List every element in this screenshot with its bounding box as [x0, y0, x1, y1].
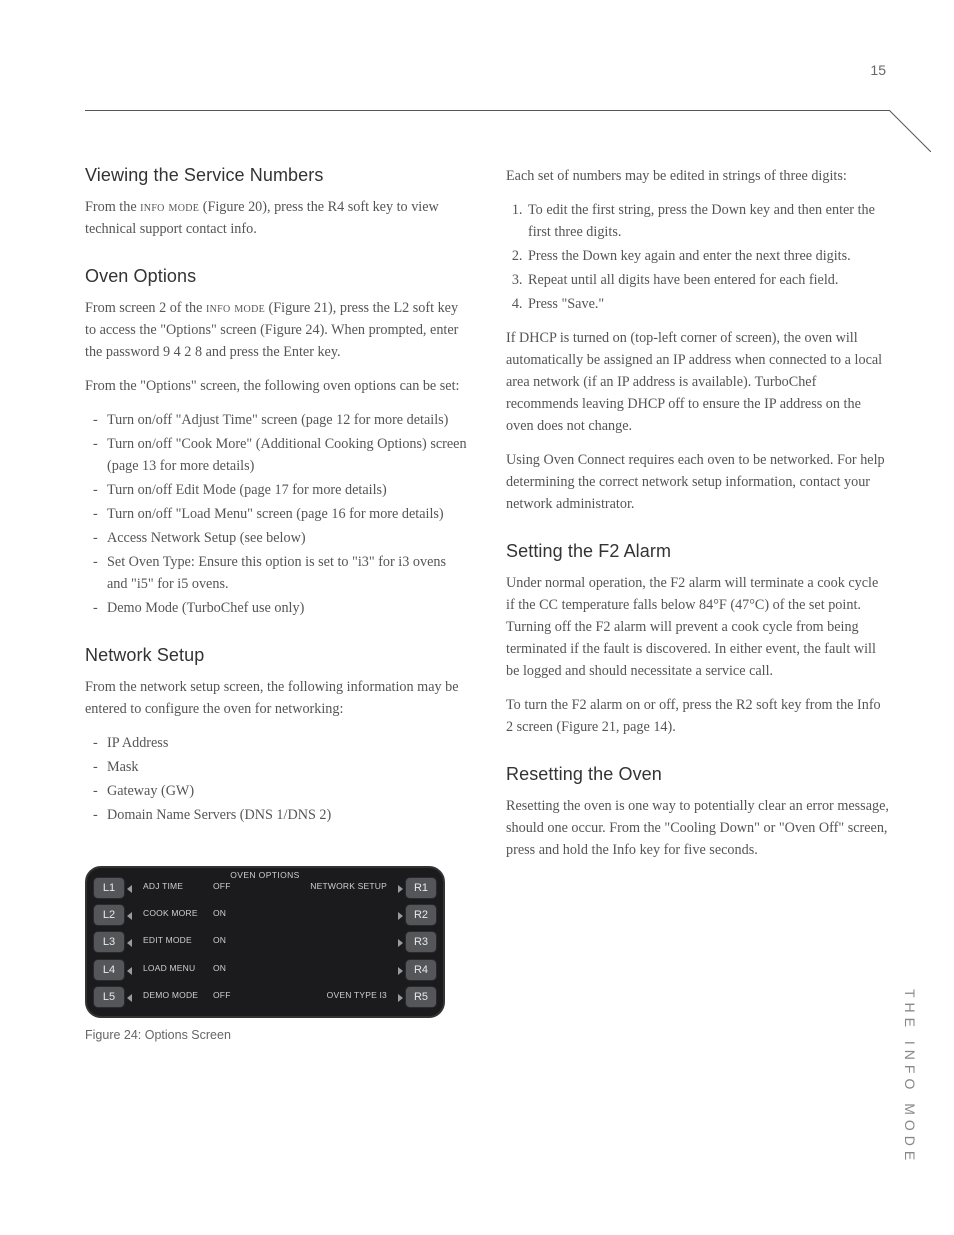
para-f2b: To turn the F2 alarm on or off, press th… [506, 694, 889, 738]
heading-oven-options: Oven Options [85, 266, 468, 287]
heading-viewing-service-numbers: Viewing the Service Numbers [85, 165, 468, 186]
triangle-left-icon [127, 994, 132, 1002]
option-value: OFF [213, 990, 231, 1000]
list-item: Turn on/off "Adjust Time" screen (page 1… [107, 409, 468, 431]
screen-row: L4 LOAD MENU ON R4 [87, 956, 443, 983]
option-value: ON [213, 935, 226, 945]
heading-f2-alarm: Setting the F2 Alarm [506, 541, 889, 562]
para-oven-connect: Using Oven Connect requires each oven to… [506, 449, 889, 515]
para-f2a: Under normal operation, the F2 alarm wil… [506, 572, 889, 682]
softkey-l3[interactable]: L3 [93, 931, 125, 953]
list-item: Set Oven Type: Ensure this option is set… [107, 551, 468, 595]
option-value: ON [213, 908, 226, 918]
screen-title: OVEN OPTIONS [87, 870, 443, 880]
content-columns: Viewing the Service Numbers From the inf… [85, 165, 889, 1042]
para-oven-2: From the "Options" screen, the following… [85, 375, 468, 397]
triangle-left-icon [127, 912, 132, 920]
page-number: 15 [870, 62, 886, 78]
right-column: Each set of numbers may be edited in str… [506, 165, 889, 1042]
list-item: Domain Name Servers (DNS 1/DNS 2) [107, 804, 468, 826]
option-label: DEMO MODE [143, 990, 198, 1000]
list-item: IP Address [107, 732, 468, 754]
figure-24: L1 ADJ TIME OFF NETWORK SETUP R1 OVEN OP… [85, 866, 445, 1042]
heading-resetting-oven: Resetting the Oven [506, 764, 889, 785]
list-item: Press "Save." [526, 293, 889, 315]
softkey-r4[interactable]: R4 [405, 959, 437, 981]
softkey-l4[interactable]: L4 [93, 959, 125, 981]
header-rule [85, 110, 889, 150]
softkey-r2[interactable]: R2 [405, 904, 437, 926]
option-right: NETWORK SETUP [310, 881, 387, 891]
list-item: Turn on/off Edit Mode (page 17 for more … [107, 479, 468, 501]
list-item: Repeat until all digits have been entere… [526, 269, 889, 291]
text: From screen 2 of the [85, 300, 206, 316]
figure-caption: Figure 24: Options Screen [85, 1028, 445, 1042]
option-label: EDIT MODE [143, 935, 192, 945]
list-item: Gateway (GW) [107, 780, 468, 802]
softkey-r5[interactable]: R5 [405, 986, 437, 1008]
list-item: To edit the first string, press the Down… [526, 199, 889, 243]
side-section-label: THE INFO MODE [902, 989, 918, 1165]
triangle-left-icon [127, 967, 132, 975]
screen-row: L5 DEMO MODE OFF OVEN TYPE I3 R5 [87, 983, 443, 1010]
softkey-r1[interactable]: R1 [405, 877, 437, 899]
para-dhcp: If DHCP is turned on (top-left corner of… [506, 327, 889, 437]
left-column: Viewing the Service Numbers From the inf… [85, 165, 468, 1042]
para-viewing: From the info mode (Figure 20), press th… [85, 196, 468, 240]
softkey-l5[interactable]: L5 [93, 986, 125, 1008]
triangle-right-icon [398, 912, 403, 920]
oven-options-list: Turn on/off "Adjust Time" screen (page 1… [85, 409, 468, 619]
screen-row: L1 ADJ TIME OFF NETWORK SETUP R1 OVEN OP… [87, 874, 443, 901]
para-edit-intro: Each set of numbers may be edited in str… [506, 165, 889, 187]
softkey-l1[interactable]: L1 [93, 877, 125, 899]
options-screen-panel: L1 ADJ TIME OFF NETWORK SETUP R1 OVEN OP… [85, 866, 445, 1018]
para-oven-1: From screen 2 of the info mode (Figure 2… [85, 297, 468, 363]
triangle-right-icon [398, 885, 403, 893]
list-item: Turn on/off "Cook More" (Additional Cook… [107, 433, 468, 477]
list-item: Press the Down key again and enter the n… [526, 245, 889, 267]
text: From the [85, 199, 140, 215]
list-item: Turn on/off "Load Menu" screen (page 16 … [107, 503, 468, 525]
triangle-right-icon [398, 994, 403, 1002]
list-item: Mask [107, 756, 468, 778]
triangle-left-icon [127, 939, 132, 947]
para-network: From the network setup screen, the follo… [85, 676, 468, 720]
option-label: LOAD MENU [143, 963, 195, 973]
option-label: COOK MORE [143, 908, 198, 918]
triangle-right-icon [398, 939, 403, 947]
screen-row: L2 COOK MORE ON R2 [87, 901, 443, 928]
triangle-left-icon [127, 885, 132, 893]
triangle-right-icon [398, 967, 403, 975]
list-item: Access Network Setup (see below) [107, 527, 468, 549]
text-smallcaps: info mode [206, 300, 265, 316]
option-value: ON [213, 963, 226, 973]
softkey-r3[interactable]: R3 [405, 931, 437, 953]
option-value: OFF [213, 881, 231, 891]
network-list: IP Address Mask Gateway (GW) Domain Name… [85, 732, 468, 826]
text-smallcaps: info mode [140, 199, 199, 215]
edit-steps-list: To edit the first string, press the Down… [506, 199, 889, 315]
option-label: ADJ TIME [143, 881, 183, 891]
page: 15 Viewing the Service Numbers From the … [0, 0, 954, 1235]
screen-row: L3 EDIT MODE ON R3 [87, 928, 443, 955]
list-item: Demo Mode (TurboChef use only) [107, 597, 468, 619]
option-right: OVEN TYPE I3 [327, 990, 387, 1000]
heading-network-setup: Network Setup [85, 645, 468, 666]
softkey-l2[interactable]: L2 [93, 904, 125, 926]
para-reset: Resetting the oven is one way to potenti… [506, 795, 889, 861]
